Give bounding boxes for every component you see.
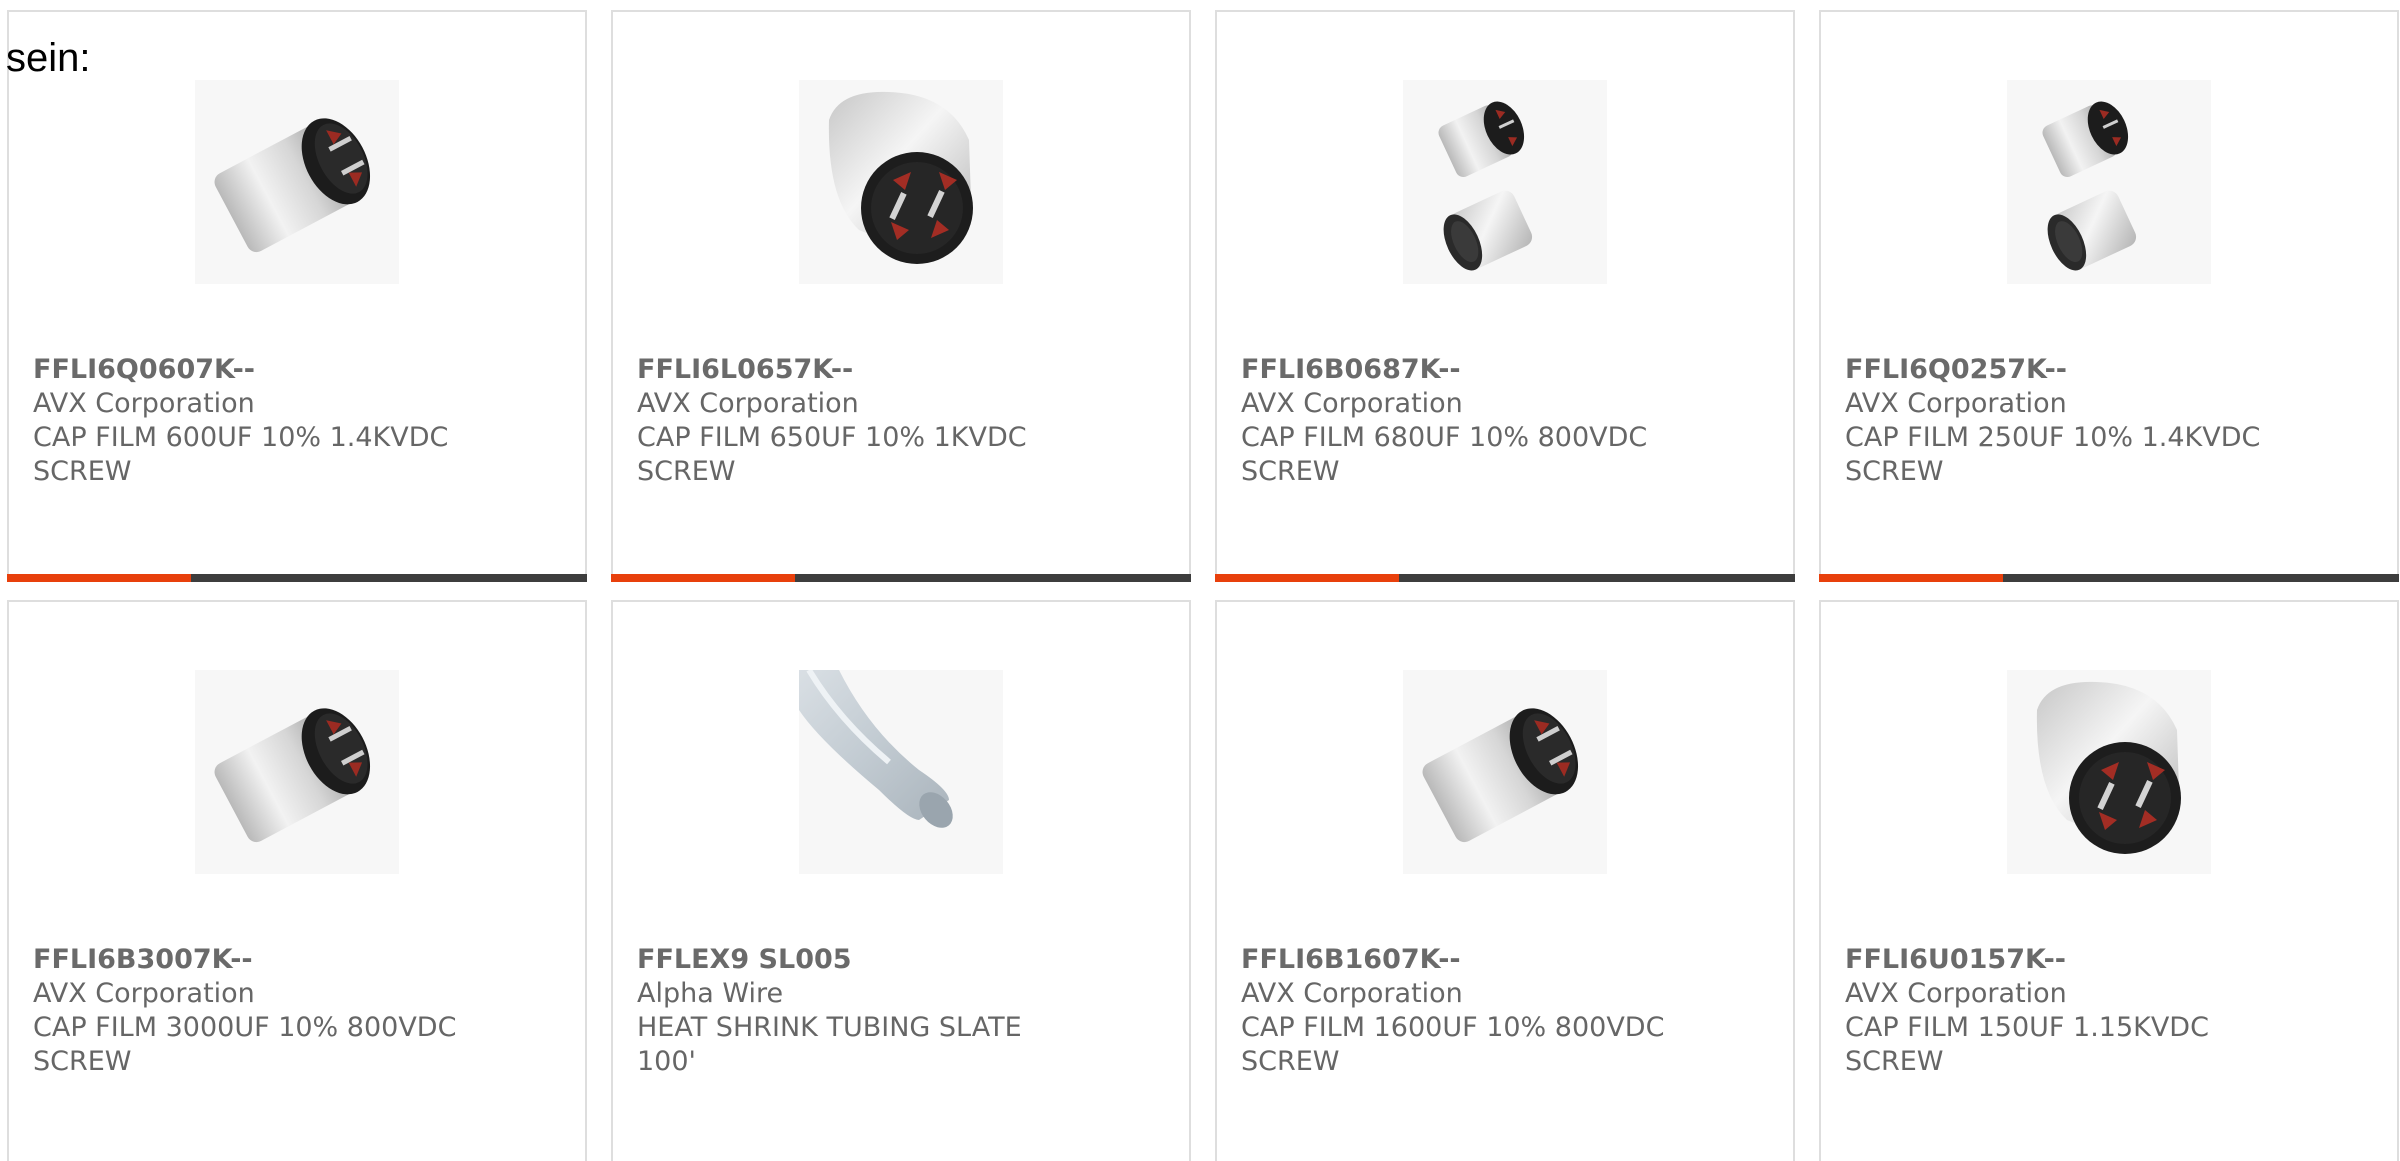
card-accent-bar: [1215, 574, 1399, 582]
product-grid-page: sein: FFLI6Q0607K-- AVX Corporation CAP …: [0, 0, 2400, 1161]
product-description: CAP FILM 150UF 1.15KVDC SCREW: [1845, 1012, 2209, 1077]
capacitor-cylinder-side-icon[interactable]: [1403, 670, 1607, 874]
product-description: CAP FILM 650UF 10% 1KVDC SCREW: [637, 422, 1027, 487]
product-description: CAP FILM 600UF 10% 1.4KVDC SCREW: [33, 422, 449, 487]
product-info: FFLI6Q0607K-- AVX Corporation CAP FILM 6…: [33, 353, 565, 489]
product-info: FFLI6B0687K-- AVX Corporation CAP FILM 6…: [1241, 353, 1773, 489]
product-card[interactable]: FFLI6Q0607K-- AVX Corporation CAP FILM 6…: [7, 10, 587, 582]
manufacturer: AVX Corporation: [1241, 978, 1463, 1009]
product-card[interactable]: FFLI6B0687K-- AVX Corporation CAP FILM 6…: [1215, 10, 1795, 582]
capacitor-pair-icon[interactable]: [1403, 80, 1607, 284]
card-bottom-bar: [7, 574, 587, 582]
manufacturer: AVX Corporation: [33, 388, 255, 419]
product-card[interactable]: FFLI6Q0257K-- AVX Corporation CAP FILM 2…: [1819, 10, 2399, 582]
manufacturer: AVX Corporation: [33, 978, 255, 1009]
part-number-link[interactable]: FFLI6U0157K--: [1845, 943, 2377, 977]
product-info: FFLI6U0157K-- AVX Corporation CAP FILM 1…: [1845, 943, 2377, 1079]
part-number-link[interactable]: FFLI6B3007K--: [33, 943, 565, 977]
card-accent-bar: [7, 574, 191, 582]
product-description: HEAT SHRINK TUBING SLATE 100': [637, 1012, 1022, 1077]
product-description: CAP FILM 1600UF 10% 800VDC SCREW: [1241, 1012, 1665, 1077]
card-accent-bar: [611, 574, 795, 582]
manufacturer: AVX Corporation: [1845, 388, 2067, 419]
capacitor-pair-icon[interactable]: [2007, 80, 2211, 284]
product-info: FFLI6L0657K-- AVX Corporation CAP FILM 6…: [637, 353, 1169, 489]
manufacturer: AVX Corporation: [637, 388, 859, 419]
part-number-link[interactable]: FFLI6Q0257K--: [1845, 353, 2377, 387]
manufacturer: AVX Corporation: [1845, 978, 2067, 1009]
product-description: CAP FILM 3000UF 10% 800VDC SCREW: [33, 1012, 457, 1077]
part-number-link[interactable]: FFLI6L0657K--: [637, 353, 1169, 387]
card-bottom-bar: [1819, 574, 2399, 582]
part-number-link[interactable]: FFLI6B1607K--: [1241, 943, 1773, 977]
product-info: FFLI6Q0257K-- AVX Corporation CAP FILM 2…: [1845, 353, 2377, 489]
product-card[interactable]: FFLEX9 SL005 Alpha Wire HEAT SHRINK TUBI…: [611, 600, 1191, 1161]
part-number-link[interactable]: FFLI6B0687K--: [1241, 353, 1773, 387]
product-info: FFLI6B3007K-- AVX Corporation CAP FILM 3…: [33, 943, 565, 1079]
card-bottom-bar: [1215, 574, 1795, 582]
capacitor-cylinder-side-icon[interactable]: [195, 80, 399, 284]
part-number-link[interactable]: FFLI6Q0607K--: [33, 353, 565, 387]
capacitor-cylinder-front-icon[interactable]: [799, 80, 1003, 284]
product-info: FFLI6B1607K-- AVX Corporation CAP FILM 1…: [1241, 943, 1773, 1079]
capacitor-cylinder-side-icon[interactable]: [195, 670, 399, 874]
product-description: CAP FILM 250UF 10% 1.4KVDC SCREW: [1845, 422, 2261, 487]
product-card[interactable]: FFLI6L0657K-- AVX Corporation CAP FILM 6…: [611, 10, 1191, 582]
product-card[interactable]: FFLI6B1607K-- AVX Corporation CAP FILM 1…: [1215, 600, 1795, 1161]
part-number-link[interactable]: FFLEX9 SL005: [637, 943, 1169, 977]
manufacturer: AVX Corporation: [1241, 388, 1463, 419]
manufacturer: Alpha Wire: [637, 978, 784, 1009]
intro-text: sein:: [6, 36, 91, 80]
product-card[interactable]: FFLI6U0157K-- AVX Corporation CAP FILM 1…: [1819, 600, 2399, 1161]
card-accent-bar: [1819, 574, 2003, 582]
product-card[interactable]: FFLI6B3007K-- AVX Corporation CAP FILM 3…: [7, 600, 587, 1161]
capacitor-cylinder-front-icon[interactable]: [2007, 670, 2211, 874]
heat-shrink-tubing-icon[interactable]: [799, 670, 1003, 874]
product-info: FFLEX9 SL005 Alpha Wire HEAT SHRINK TUBI…: [637, 943, 1169, 1079]
product-description: CAP FILM 680UF 10% 800VDC SCREW: [1241, 422, 1648, 487]
card-bottom-bar: [611, 574, 1191, 582]
